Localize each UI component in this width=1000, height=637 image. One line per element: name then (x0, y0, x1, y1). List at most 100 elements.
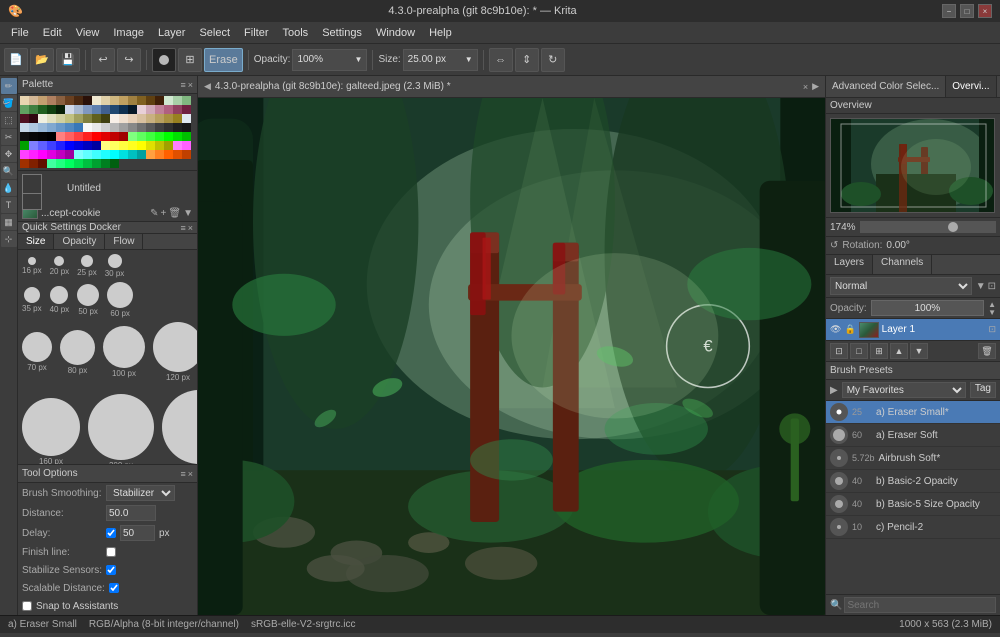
color-swatch-25[interactable] (74, 105, 83, 114)
blend-icon-2[interactable]: ⊡ (988, 281, 996, 292)
color-swatch-27[interactable] (92, 105, 101, 114)
erase-button[interactable]: Erase (204, 48, 243, 72)
color-swatch-73[interactable] (164, 123, 173, 132)
color-swatch-50[interactable] (128, 114, 137, 123)
color-swatch-126[interactable] (128, 150, 137, 159)
color-swatch-92[interactable] (164, 132, 173, 141)
color-swatch-135[interactable] (38, 159, 47, 168)
color-swatch-141[interactable] (92, 159, 101, 168)
color-swatch-9[interactable] (101, 96, 110, 105)
brush-size-item-5[interactable]: 40 px (50, 286, 70, 314)
color-swatch-28[interactable] (101, 105, 110, 114)
opacity-down-arrow[interactable]: ▼ (988, 308, 996, 316)
brush-size-item-11[interactable]: 120 px (153, 322, 197, 382)
color-swatch-13[interactable] (137, 96, 146, 105)
save-button[interactable]: 💾 (56, 48, 80, 72)
layer-del-icon[interactable]: 🗑 (168, 208, 181, 219)
brush-tool[interactable]: ✏ (1, 78, 17, 94)
color-swatch-37[interactable] (182, 105, 191, 114)
color-swatch-48[interactable] (110, 114, 119, 123)
fill-tool[interactable]: 🪣 (1, 95, 17, 111)
color-swatch-100[interactable] (65, 141, 74, 150)
color-swatch-133[interactable] (20, 159, 29, 168)
crop-tool[interactable]: ✂ (1, 129, 17, 145)
color-swatch-102[interactable] (83, 141, 92, 150)
color-swatch-17[interactable] (173, 96, 182, 105)
color-swatch-42[interactable] (56, 114, 65, 123)
to-bs-select[interactable]: Stabilizer Basic Weighted (106, 485, 175, 501)
bp-search-input[interactable] (844, 597, 996, 613)
layer-more-icon[interactable]: ▼ (183, 208, 193, 219)
color-swatch-125[interactable] (119, 150, 128, 159)
color-swatch-65[interactable] (92, 123, 101, 132)
menu-item-help[interactable]: Help (422, 25, 459, 41)
color-swatch-10[interactable] (110, 96, 119, 105)
to-stab-check[interactable] (106, 565, 116, 575)
redo-button[interactable]: ↪ (117, 48, 141, 72)
move-tool[interactable]: ✥ (1, 146, 17, 162)
undo-button[interactable]: ↩ (91, 48, 115, 72)
to-options-icon[interactable]: ≡ (180, 469, 185, 479)
canvas-scroll-right-icon[interactable]: ▶ (812, 81, 819, 92)
color-swatch-111[interactable] (164, 141, 173, 150)
color-swatch-134[interactable] (29, 159, 38, 168)
color-swatch-137[interactable] (56, 159, 65, 168)
size-input[interactable]: 25.00 px ▼ (403, 49, 478, 71)
layer-down-button[interactable]: ▼ (910, 343, 928, 359)
color-swatch-54[interactable] (164, 114, 173, 123)
tab-size[interactable]: Size (18, 234, 54, 249)
layer-lock-icon[interactable]: 🔒 (844, 324, 855, 335)
overview-thumbnail[interactable] (830, 118, 995, 213)
layer-item-vis-icon[interactable]: ⊡ (988, 324, 996, 335)
brush-size-item-8[interactable]: 70 px (22, 332, 52, 372)
color-swatch-93[interactable] (173, 132, 182, 141)
color-swatch-66[interactable] (101, 123, 110, 132)
new-button[interactable]: 📄 (4, 48, 28, 72)
layer-add-button[interactable]: □ (850, 343, 868, 359)
color-swatch-33[interactable] (146, 105, 155, 114)
color-swatch-78[interactable] (38, 132, 47, 141)
brush-list-item-5[interactable]: 10c) Pencil-2 (826, 516, 1000, 539)
color-swatch-121[interactable] (83, 150, 92, 159)
color-swatch-139[interactable] (74, 159, 83, 168)
color-swatch-39[interactable] (29, 114, 38, 123)
color-swatch-18[interactable] (182, 96, 191, 105)
color-swatch-109[interactable] (146, 141, 155, 150)
color-swatch-130[interactable] (164, 150, 173, 159)
color-swatch-60[interactable] (47, 123, 56, 132)
brush-list-item-2[interactable]: 5.72bAirbrush Soft* (826, 447, 1000, 470)
color-swatch-45[interactable] (83, 114, 92, 123)
color-swatch-143[interactable] (110, 159, 119, 168)
color-swatch-132[interactable] (182, 150, 191, 159)
layer-copy-button[interactable]: ⊡ (830, 343, 848, 359)
color-swatch-119[interactable] (65, 150, 74, 159)
color-swatch-5[interactable] (65, 96, 74, 105)
color-swatch-63[interactable] (74, 123, 83, 132)
select-tool[interactable]: ⬚ (1, 112, 17, 128)
color-swatch-68[interactable] (119, 123, 128, 132)
color-swatch-95[interactable] (20, 141, 29, 150)
to-delay-check[interactable] (106, 528, 116, 538)
color-swatch-61[interactable] (56, 123, 65, 132)
menu-item-select[interactable]: Select (192, 25, 237, 41)
to-delay-input[interactable] (120, 525, 155, 541)
to-scale-check[interactable] (109, 583, 119, 593)
color-swatch-44[interactable] (74, 114, 83, 123)
color-swatch-128[interactable] (146, 150, 155, 159)
layer-visibility-icon[interactable]: 👁 (830, 324, 841, 335)
color-swatch-106[interactable] (119, 141, 128, 150)
layer-edit-icon[interactable]: ✎ (150, 208, 158, 219)
color-swatch-40[interactable] (38, 114, 47, 123)
canvas-container[interactable]: € (198, 98, 825, 615)
menu-item-edit[interactable]: Edit (36, 25, 69, 41)
color-swatch-89[interactable] (137, 132, 146, 141)
close-button[interactable]: × (978, 4, 992, 18)
color-swatch-14[interactable] (146, 96, 155, 105)
color-swatch-35[interactable] (164, 105, 173, 114)
color-swatch-131[interactable] (173, 150, 182, 159)
color-swatch-98[interactable] (47, 141, 56, 150)
color-swatch-79[interactable] (47, 132, 56, 141)
color-swatch-123[interactable] (101, 150, 110, 159)
foreground-color-swatch[interactable] (22, 174, 42, 194)
color-swatch-26[interactable] (83, 105, 92, 114)
